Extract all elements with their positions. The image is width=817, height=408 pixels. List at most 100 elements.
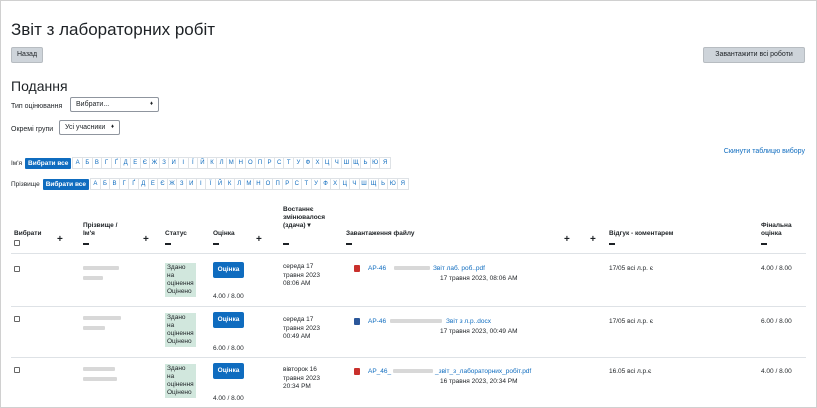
lastname-letter-link[interactable]: Б: [101, 179, 111, 189]
file-link[interactable]: Звіт з л.р..docx: [446, 318, 491, 325]
lastname-letter-link[interactable]: А: [91, 179, 101, 189]
lastname-letter-link[interactable]: И: [187, 179, 197, 189]
firstname-letter-link[interactable]: Ч: [332, 158, 343, 168]
plus-icon[interactable]: +: [57, 234, 63, 245]
collapse-icon[interactable]: [213, 243, 219, 245]
col-name-header[interactable]: Прізвище / Ім'я: [83, 222, 117, 238]
firstname-letter-link[interactable]: Ш: [342, 158, 352, 168]
lastname-letter-link[interactable]: К: [225, 179, 235, 189]
firstname-letter-link[interactable]: Щ: [352, 158, 362, 168]
plus-icon[interactable]: +: [564, 234, 570, 245]
reset-table-link[interactable]: Скинути таблицю вибору: [724, 148, 805, 155]
collapse-icon[interactable]: [761, 243, 767, 245]
col-grade-header[interactable]: Оцінка: [213, 230, 235, 238]
grade-button[interactable]: Оцінка: [213, 312, 244, 328]
firstname-letter-link[interactable]: У: [294, 158, 304, 168]
firstname-letter-link[interactable]: І: [179, 158, 189, 168]
grade-button[interactable]: Оцінка: [213, 363, 244, 379]
file-link[interactable]: АР-46: [368, 265, 386, 272]
firstname-letter-link[interactable]: К: [208, 158, 218, 168]
lastname-letter-link[interactable]: Є: [158, 179, 168, 189]
grade-button[interactable]: Оцінка: [213, 262, 244, 278]
lastname-letter-link[interactable]: Ж: [168, 179, 178, 189]
lastname-letter-link[interactable]: П: [273, 179, 283, 189]
select-all-checkbox[interactable]: [14, 240, 20, 246]
file-link[interactable]: Звіт лаб. роб..pdf: [433, 265, 485, 272]
firstname-letter-link[interactable]: Б: [83, 158, 93, 168]
lastname-letter-link[interactable]: Ч: [350, 179, 360, 189]
firstname-letter-link[interactable]: Ь: [361, 158, 371, 168]
lastname-letter-link[interactable]: Ф: [321, 179, 331, 189]
firstname-letter-link[interactable]: П: [256, 158, 266, 168]
firstname-letter-link[interactable]: М: [227, 158, 237, 168]
lastname-letter-link[interactable]: Н: [254, 179, 264, 189]
firstname-letter-link[interactable]: Т: [284, 158, 295, 168]
firstname-letter-link[interactable]: Е: [131, 158, 141, 168]
col-feedback-header[interactable]: Відгук - коментарем: [609, 230, 674, 238]
firstname-letter-link[interactable]: С: [275, 158, 285, 168]
firstname-letter-link[interactable]: И: [169, 158, 179, 168]
back-button[interactable]: Назад: [11, 47, 43, 63]
firstname-letter-link[interactable]: Є: [141, 158, 151, 168]
file-link[interactable]: АР-46: [368, 318, 386, 325]
lastname-letter-link[interactable]: Д: [139, 179, 149, 189]
row-checkbox[interactable]: [14, 367, 20, 373]
collapse-icon[interactable]: [609, 243, 615, 245]
lastname-letter-link[interactable]: Х: [331, 179, 341, 189]
lastname-letter-link[interactable]: Е: [149, 179, 159, 189]
firstname-letter-link[interactable]: Ї: [189, 158, 199, 168]
firstname-letter-link[interactable]: Р: [265, 158, 275, 168]
firstname-all-button[interactable]: Вибрати все: [25, 157, 72, 169]
plus-icon[interactable]: +: [256, 234, 262, 245]
lastname-letter-link[interactable]: Ї: [206, 179, 216, 189]
firstname-letter-link[interactable]: З: [160, 158, 170, 168]
firstname-letter-link[interactable]: О: [246, 158, 256, 168]
lastname-letter-link[interactable]: Ґ: [129, 179, 139, 189]
lastname-letter-link[interactable]: Т: [302, 179, 312, 189]
collapse-icon[interactable]: [346, 243, 352, 245]
firstname-letter-link[interactable]: Х: [313, 158, 323, 168]
plus-icon[interactable]: +: [143, 234, 149, 245]
firstname-letter-link[interactable]: Г: [102, 158, 112, 168]
lastname-letter-link[interactable]: З: [177, 179, 187, 189]
lastname-letter-link[interactable]: Ю: [388, 179, 399, 189]
col-status-header[interactable]: Статус: [165, 230, 187, 238]
lastname-letter-link[interactable]: Ш: [360, 179, 370, 189]
col-final-header[interactable]: Фінальна оцінка: [761, 222, 792, 238]
lastname-letter-link[interactable]: Ц: [340, 179, 351, 189]
lastname-letter-link[interactable]: І: [197, 179, 207, 189]
firstname-letter-link[interactable]: Ц: [323, 158, 333, 168]
firstname-letter-link[interactable]: Ф: [304, 158, 314, 168]
col-file-header[interactable]: Завантаження файлу: [346, 230, 414, 238]
firstname-letter-link[interactable]: В: [93, 158, 103, 168]
firstname-letter-link[interactable]: Ґ: [112, 158, 122, 168]
lastname-letter-link[interactable]: В: [110, 179, 120, 189]
firstname-letter-link[interactable]: Ю: [371, 158, 381, 168]
firstname-letter-link[interactable]: Й: [198, 158, 208, 168]
row-checkbox[interactable]: [14, 266, 20, 272]
lastname-letter-link[interactable]: О: [264, 179, 274, 189]
lastname-letter-link[interactable]: Л: [235, 179, 245, 189]
col-modified-header[interactable]: Востаннє змінювалося (здача) ▾: [283, 206, 325, 230]
lastname-letter-link[interactable]: Й: [216, 179, 226, 189]
file-link[interactable]: _звіт_з_лабораторних_робіт.pdf: [435, 368, 531, 375]
collapse-icon[interactable]: [83, 243, 89, 245]
plus-icon[interactable]: +: [590, 234, 596, 245]
lastname-letter-link[interactable]: Р: [283, 179, 293, 189]
firstname-letter-link[interactable]: Ж: [150, 158, 160, 168]
grading-type-select[interactable]: Вибрати... ♦: [70, 97, 159, 112]
groups-select[interactable]: Усі учасники ♦: [59, 120, 120, 135]
row-checkbox[interactable]: [14, 316, 20, 322]
lastname-letter-link[interactable]: М: [245, 179, 255, 189]
file-link[interactable]: АР_46_: [368, 368, 391, 375]
lastname-letter-link[interactable]: Я: [398, 179, 408, 189]
col-select-header[interactable]: Вибрати: [14, 230, 41, 238]
lastname-letter-link[interactable]: Ь: [379, 179, 389, 189]
firstname-letter-link[interactable]: Л: [217, 158, 227, 168]
collapse-icon[interactable]: [283, 243, 289, 245]
firstname-letter-link[interactable]: Я: [380, 158, 390, 168]
collapse-icon[interactable]: [165, 243, 171, 245]
firstname-letter-link[interactable]: Н: [236, 158, 247, 168]
download-all-button[interactable]: Завантажити всі роботи: [703, 47, 805, 63]
firstname-letter-link[interactable]: А: [73, 158, 83, 168]
